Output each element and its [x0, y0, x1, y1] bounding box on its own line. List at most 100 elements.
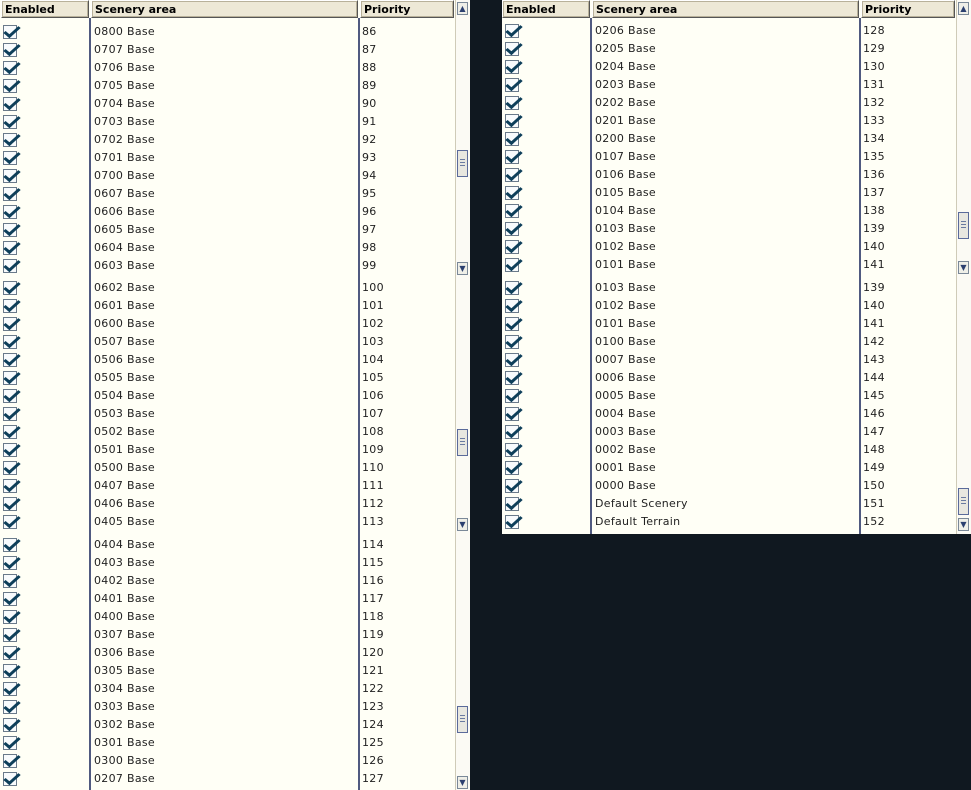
- table-row[interactable]: 0007 Base 143: [502, 351, 956, 369]
- table-row[interactable]: 0303 Base 123: [0, 698, 454, 716]
- scroll-thumb[interactable]: [457, 150, 468, 177]
- checkmark-icon[interactable]: [505, 407, 519, 421]
- checkmark-icon[interactable]: [3, 646, 17, 660]
- table-row[interactable]: 0101 Base 141: [502, 256, 956, 274]
- table-row[interactable]: 0504 Base 106: [0, 387, 454, 405]
- column-header-enabled[interactable]: Enabled: [1, 0, 89, 18]
- table-row[interactable]: 0203 Base 131: [502, 76, 956, 94]
- scroll-down-button[interactable]: ▼: [457, 518, 468, 531]
- table-row[interactable]: 0701 Base 93: [0, 149, 454, 167]
- checkmark-icon[interactable]: [3, 335, 17, 349]
- checkmark-icon[interactable]: [505, 240, 519, 254]
- checkmark-icon[interactable]: [3, 169, 17, 183]
- checkmark-icon[interactable]: [3, 115, 17, 129]
- checkmark-icon[interactable]: [505, 353, 519, 367]
- checkmark-icon[interactable]: [3, 317, 17, 331]
- table-row[interactable]: 0306 Base 120: [0, 644, 454, 662]
- table-row[interactable]: 0300 Base 126: [0, 752, 454, 770]
- table-row[interactable]: 0402 Base 116: [0, 572, 454, 590]
- checkmark-icon[interactable]: [3, 299, 17, 313]
- checkmark-icon[interactable]: [3, 407, 17, 421]
- checkmark-icon[interactable]: [3, 371, 17, 385]
- table-row[interactable]: 0205 Base 129: [502, 40, 956, 58]
- checkmark-icon[interactable]: [3, 133, 17, 147]
- table-row[interactable]: 0103 Base 139: [502, 220, 956, 238]
- checkmark-icon[interactable]: [3, 241, 17, 255]
- checkmark-icon[interactable]: [3, 772, 17, 786]
- checkmark-icon[interactable]: [3, 664, 17, 678]
- table-row[interactable]: 0500 Base 110: [0, 459, 454, 477]
- table-row[interactable]: 0000 Base 150: [502, 477, 956, 495]
- table-row[interactable]: 0605 Base 97: [0, 221, 454, 239]
- checkmark-icon[interactable]: [3, 25, 17, 39]
- table-row[interactable]: 0800 Base 86: [0, 23, 454, 41]
- table-row[interactable]: 0600 Base 102: [0, 315, 454, 333]
- table-row[interactable]: 0200 Base 134: [502, 130, 956, 148]
- table-row[interactable]: 0304 Base 122: [0, 680, 454, 698]
- table-row[interactable]: 0707 Base 87: [0, 41, 454, 59]
- checkmark-icon[interactable]: [505, 281, 519, 295]
- checkmark-icon[interactable]: [505, 114, 519, 128]
- checkmark-icon[interactable]: [3, 574, 17, 588]
- checkmark-icon[interactable]: [505, 335, 519, 349]
- table-row[interactable]: 0307 Base 119: [0, 626, 454, 644]
- checkmark-icon[interactable]: [3, 736, 17, 750]
- checkmark-icon[interactable]: [3, 43, 17, 57]
- checkmark-icon[interactable]: [505, 371, 519, 385]
- table-row[interactable]: 0105 Base 137: [502, 184, 956, 202]
- checkmark-icon[interactable]: [3, 497, 17, 511]
- checkmark-icon[interactable]: [3, 754, 17, 768]
- checkmark-icon[interactable]: [505, 497, 519, 511]
- table-row[interactable]: 0607 Base 95: [0, 185, 454, 203]
- checkmark-icon[interactable]: [3, 592, 17, 606]
- checkmark-icon[interactable]: [505, 168, 519, 182]
- table-row[interactable]: 0506 Base 104: [0, 351, 454, 369]
- table-row[interactable]: 0104 Base 138: [502, 202, 956, 220]
- table-row[interactable]: 0700 Base 94: [0, 167, 454, 185]
- column-header-enabled[interactable]: Enabled: [502, 0, 590, 18]
- checkmark-icon[interactable]: [505, 60, 519, 74]
- column-header-scenery-area[interactable]: Scenery area: [91, 0, 358, 18]
- table-row[interactable]: 0107 Base 135: [502, 148, 956, 166]
- checkmark-icon[interactable]: [3, 538, 17, 552]
- checkmark-icon[interactable]: [3, 443, 17, 457]
- scroll-thumb[interactable]: [457, 429, 468, 456]
- checkmark-icon[interactable]: [3, 425, 17, 439]
- scroll-down-button[interactable]: ▼: [958, 261, 969, 274]
- table-row[interactable]: 0407 Base 111: [0, 477, 454, 495]
- table-row[interactable]: 0100 Base 142: [502, 333, 956, 351]
- table-row[interactable]: 0602 Base 100: [0, 279, 454, 297]
- column-header-priority[interactable]: Priority: [861, 0, 955, 18]
- table-row[interactable]: 0503 Base 107: [0, 405, 454, 423]
- table-row[interactable]: 0003 Base 147: [502, 423, 956, 441]
- checkmark-icon[interactable]: [3, 97, 17, 111]
- checkmark-icon[interactable]: [505, 150, 519, 164]
- table-row[interactable]: 0106 Base 136: [502, 166, 956, 184]
- checkmark-icon[interactable]: [505, 204, 519, 218]
- checkmark-icon[interactable]: [505, 78, 519, 92]
- table-row[interactable]: 0505 Base 105: [0, 369, 454, 387]
- table-row[interactable]: 0204 Base 130: [502, 58, 956, 76]
- checkmark-icon[interactable]: [505, 317, 519, 331]
- table-row[interactable]: 0706 Base 88: [0, 59, 454, 77]
- checkmark-icon[interactable]: [3, 700, 17, 714]
- table-row[interactable]: 0201 Base 133: [502, 112, 956, 130]
- checkmark-icon[interactable]: [3, 556, 17, 570]
- right-scrollbar[interactable]: ▲ ▼ ▼: [956, 0, 971, 534]
- table-row[interactable]: 0704 Base 90: [0, 95, 454, 113]
- checkmark-icon[interactable]: [505, 443, 519, 457]
- table-row[interactable]: 0101 Base 141: [502, 315, 956, 333]
- checkmark-icon[interactable]: [3, 479, 17, 493]
- checkmark-icon[interactable]: [3, 610, 17, 624]
- checkmark-icon[interactable]: [3, 281, 17, 295]
- checkmark-icon[interactable]: [505, 42, 519, 56]
- table-row[interactable]: 0401 Base 117: [0, 590, 454, 608]
- checkmark-icon[interactable]: [3, 718, 17, 732]
- table-row[interactable]: 0501 Base 109: [0, 441, 454, 459]
- table-row[interactable]: 0302 Base 124: [0, 716, 454, 734]
- checkmark-icon[interactable]: [505, 461, 519, 475]
- table-row[interactable]: 0507 Base 103: [0, 333, 454, 351]
- table-row[interactable]: 0004 Base 146: [502, 405, 956, 423]
- table-row[interactable]: 0705 Base 89: [0, 77, 454, 95]
- checkmark-icon[interactable]: [3, 628, 17, 642]
